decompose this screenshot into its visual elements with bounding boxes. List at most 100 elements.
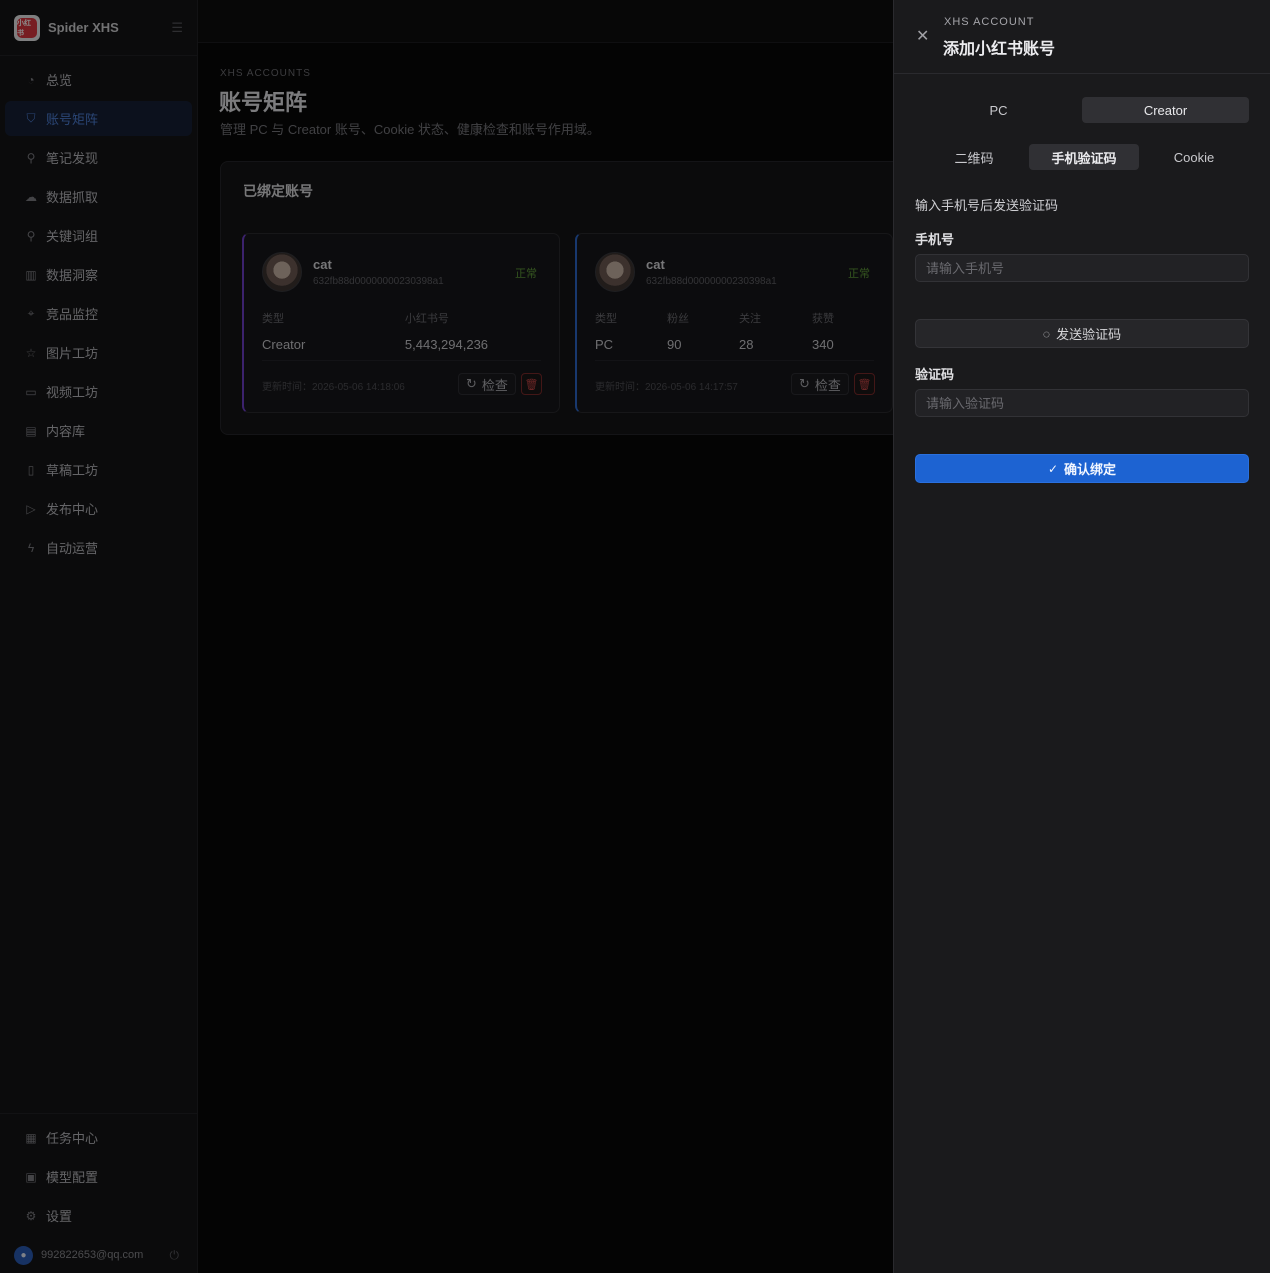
updated-time: 更新时间：2026-05-06 14:17:57	[595, 382, 738, 393]
send-icon: ▷	[26, 501, 36, 516]
sidebar-item-5[interactable]: ▥ 数据洞察	[5, 257, 192, 292]
sidebar-item-9[interactable]: ▤ 内容库	[5, 413, 192, 448]
topbar	[198, 0, 898, 43]
divider	[595, 360, 874, 361]
sidebar-item-11[interactable]: ▷ 发布中心	[5, 491, 192, 526]
stat-label: 关注	[739, 313, 761, 325]
send-code-label: 发送验证码	[1056, 327, 1122, 342]
message-icon: ◌	[1042, 326, 1051, 341]
sidebar-item-label: 数据抓取	[46, 190, 99, 205]
sidebar-bottom-item-2[interactable]: ⚙ 设置	[5, 1198, 192, 1233]
tab-method-1[interactable]: 手机验证码	[1029, 144, 1139, 170]
phone-hint: 输入手机号后发送验证码	[915, 198, 1059, 213]
check-label: 检查	[481, 377, 508, 393]
refresh-icon: ↻	[466, 376, 477, 391]
status-badge: 正常	[848, 268, 870, 280]
account-stat: 关注 28	[739, 310, 812, 352]
trash-icon: 🗑	[524, 378, 539, 391]
phone-input[interactable]	[915, 254, 1249, 282]
account-stat: 获赞 340	[812, 310, 872, 352]
send-code-button[interactable]: ◌ 发送验证码	[915, 319, 1249, 348]
tab-platform-0[interactable]: PC	[915, 97, 1082, 123]
account-card: cat 632fb88d00000000230398a1 正常类型 Creator 小红…	[242, 233, 560, 413]
tab-platform-1[interactable]: Creator	[1082, 97, 1249, 123]
sidebar-item-6[interactable]: ⌖ 竞品监控	[5, 296, 192, 331]
collapse-sidebar-icon[interactable]: ☰	[171, 20, 183, 36]
stat-value: 340	[812, 337, 834, 352]
stat-label: 类型	[595, 313, 617, 325]
page-eyebrow: XHS ACCOUNTS	[220, 68, 311, 79]
refresh-icon: ↻	[799, 376, 810, 391]
phone-label: 手机号	[915, 232, 955, 247]
sidebar-item-label: 草稿工坊	[46, 463, 99, 478]
app-name: Spider XHS	[48, 20, 119, 35]
sidebar-item-1[interactable]: ⛉ 账号矩阵	[5, 101, 192, 136]
divider	[262, 360, 541, 361]
sidebar-item-2[interactable]: ⚲ 笔记发现	[5, 140, 192, 175]
sidebar-item-label: 数据洞察	[46, 268, 99, 283]
sidebar-bottom-item-1[interactable]: ▣ 模型配置	[5, 1159, 192, 1194]
code-input[interactable]	[915, 389, 1249, 417]
sidebar-item-4[interactable]: ⚲ 关键词组	[5, 218, 192, 253]
check-label: 检查	[814, 377, 841, 393]
account-card: cat 632fb88d00000000230398a1 正常 类型 PC 粉丝 90 关注 2…	[575, 233, 893, 413]
account-avatar	[595, 252, 635, 292]
account-stats: 类型 Creator 小红书号 5,443,294,236	[262, 310, 541, 352]
sidebar-item-10[interactable]: ▯ 草稿工坊	[5, 452, 192, 487]
main-content: XHS ACCOUNTS 账号矩阵 管理 PC 与 Creator 账号、Coo…	[198, 43, 920, 1273]
gear-icon: ⚙	[25, 1208, 37, 1223]
user-avatar-icon: ●	[14, 1245, 33, 1265]
close-icon[interactable]: ✕	[916, 26, 929, 46]
account-name: cat	[646, 257, 665, 272]
sidebar-item-7[interactable]: ☆ 图片工坊	[5, 335, 192, 370]
account-stat: 粉丝 90	[667, 310, 739, 352]
star-icon: ☆	[25, 345, 37, 360]
check-button[interactable]: ↻ 检查	[458, 373, 516, 395]
stat-label: 获赞	[812, 313, 834, 325]
search-icon: ⚲	[26, 150, 36, 165]
shield-icon: ⛉	[26, 111, 36, 125]
drawer-header: ✕ XHS ACCOUNT 添加小红书账号	[894, 0, 1270, 74]
account-name: cat	[313, 257, 332, 272]
calendar-icon: ▦	[25, 1130, 37, 1145]
dashboard-icon: ◔	[27, 72, 35, 87]
account-stat: 类型 PC	[595, 310, 667, 352]
platform-tabs: PC Creator	[915, 97, 1249, 123]
tab-method-2[interactable]: Cookie	[1139, 144, 1249, 170]
add-account-drawer: ✕ XHS ACCOUNT 添加小红书账号 PC Creator 二维码 手机验证码…	[893, 0, 1270, 1273]
sidebar-item-8[interactable]: ▭ 视频工坊	[5, 374, 192, 409]
panel-title: 已绑定账号	[243, 183, 313, 199]
stat-value: PC	[595, 337, 614, 352]
page-title: 账号矩阵	[219, 90, 308, 115]
bar-chart-icon: ▥	[25, 267, 37, 282]
sidebar-item-label: 设置	[46, 1209, 73, 1224]
code-label: 验证码	[915, 367, 955, 382]
video-icon: ▭	[25, 384, 37, 399]
sidebar-item-label: 图片工坊	[46, 346, 99, 361]
user-row[interactable]: ● 992822653@qq.com ⏻	[0, 1240, 197, 1270]
account-id: 632fb88d00000000230398a1	[313, 276, 444, 287]
sidebar-item-label: 发布中心	[46, 502, 99, 517]
cloud-icon: ☁	[25, 189, 37, 204]
sidebar-item-3[interactable]: ☁ 数据抓取	[5, 179, 192, 214]
delete-button[interactable]: 🗑	[521, 373, 542, 395]
sidebar-nav: ◔ 总览 ⛉ 账号矩阵 ⚲ 笔记发现 ☁ 数据抓取 ⚲ 关键词组 ▥ 数据洞察 ⌖ 竞品监控 ☆ 图片工坊 ▭ 视…	[0, 56, 197, 565]
sidebar-item-label: 账号矩阵	[46, 112, 99, 127]
sidebar-item-label: 任务中心	[46, 1131, 99, 1146]
status-badge: 正常	[515, 268, 537, 280]
sidebar-bottom-item-0[interactable]: ▦ 任务中心	[5, 1120, 192, 1155]
drawer-eyebrow: XHS ACCOUNT	[944, 16, 1035, 28]
stat-value: 90	[667, 337, 682, 352]
check-button[interactable]: ↻ 检查	[791, 373, 849, 395]
sidebar-item-12[interactable]: ϟ 自动运营	[5, 530, 192, 565]
account-stat: 小红书号 5,443,294,236	[405, 310, 541, 352]
confirm-bind-button[interactable]: ✓ 确认绑定	[915, 454, 1249, 483]
sidebar-item-0[interactable]: ◔ 总览	[5, 62, 192, 97]
delete-button[interactable]: 🗑	[854, 373, 875, 395]
logout-icon[interactable]: ⏻	[170, 1248, 180, 1263]
updated-time: 更新时间：2026-05-06 14:18:06	[262, 382, 405, 393]
sidebar-item-label: 竞品监控	[46, 307, 99, 322]
sidebar-item-label: 自动运营	[46, 541, 99, 556]
tab-method-0[interactable]: 二维码	[919, 144, 1029, 170]
bound-accounts-panel: 已绑定账号 cat 632fb88d00000000230398a1 正常类型 Cre…	[220, 161, 920, 435]
